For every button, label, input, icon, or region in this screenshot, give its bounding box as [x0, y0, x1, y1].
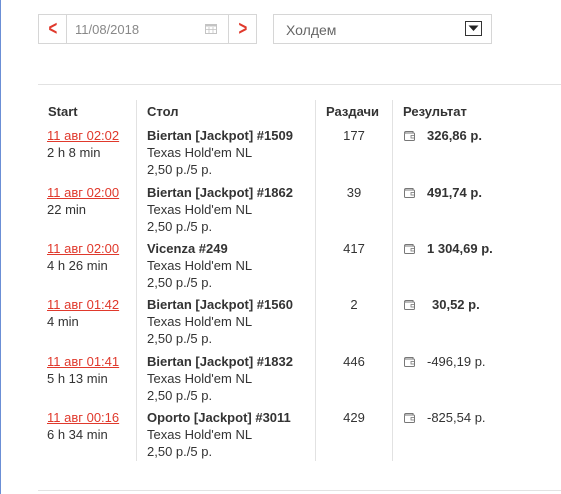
- table-name: Biertan [Jackpot] #1832: [147, 354, 293, 369]
- table-name: Vicenza #249: [147, 241, 228, 256]
- stakes: 2,50 р./5 р.: [147, 388, 213, 403]
- game-type: Texas Hold'em NL: [147, 258, 253, 273]
- table-name: Biertan [Jackpot] #1862: [147, 185, 293, 200]
- result-value: 491,74 р.: [427, 185, 482, 200]
- table-row: 11 авг 01:42 4 min Biertan [Jackpot] #15…: [0, 297, 561, 353]
- result-value: -825,54 р.: [427, 410, 486, 425]
- wallet-icon: [404, 131, 415, 141]
- next-day-button[interactable]: >: [228, 15, 256, 43]
- table-row: 11 авг 02:00 4 h 26 min Vicenza #249 Tex…: [0, 241, 561, 297]
- stakes: 2,50 р./5 р.: [147, 219, 213, 234]
- chevron-right-icon: >: [238, 18, 247, 40]
- wallet-icon: [404, 244, 415, 254]
- chevron-down-icon[interactable]: [465, 21, 482, 36]
- session-duration: 6 h 34 min: [47, 427, 108, 442]
- hands-count: 177: [343, 128, 365, 143]
- game-type: Texas Hold'em NL: [147, 314, 253, 329]
- hands-count: 446: [343, 354, 365, 369]
- stakes: 2,50 р./5 р.: [147, 331, 213, 346]
- hands-count: 2: [350, 297, 358, 312]
- session-duration: 4 min: [47, 314, 79, 329]
- column-header-table[interactable]: Стол: [147, 104, 178, 119]
- column-header-hands[interactable]: Раздачи: [326, 104, 379, 119]
- result-value: -496,19 р.: [427, 354, 486, 369]
- session-duration: 4 h 26 min: [47, 258, 108, 273]
- stakes: 2,50 р./5 р.: [147, 275, 213, 290]
- table-row: 11 авг 02:00 22 min Biertan [Jackpot] #1…: [0, 185, 561, 241]
- session-start-link[interactable]: 11 авг 02:02: [47, 128, 119, 143]
- hands-count: 39: [346, 185, 362, 200]
- game-type: Texas Hold'em NL: [147, 427, 253, 442]
- wallet-icon: [404, 300, 415, 310]
- wallet-icon: [404, 413, 415, 423]
- column-header-start[interactable]: Start: [48, 104, 78, 119]
- session-duration: 5 h 13 min: [47, 371, 108, 386]
- session-duration: 2 h 8 min: [47, 145, 101, 160]
- table-name: Oporto [Jackpot] #3011: [147, 410, 291, 425]
- bottom-divider: [38, 490, 561, 491]
- session-start-link[interactable]: 11 авг 00:16: [47, 410, 119, 425]
- session-start-link[interactable]: 11 авг 02:00: [47, 241, 119, 256]
- table-name: Biertan [Jackpot] #1560: [147, 297, 293, 312]
- date-picker: < >: [38, 14, 257, 44]
- result-value: 30,52 р.: [432, 297, 480, 312]
- session-start-link[interactable]: 11 авг 01:41: [47, 354, 119, 369]
- top-divider: [38, 84, 561, 85]
- game-type: Texas Hold'em NL: [147, 145, 253, 160]
- stakes: 2,50 р./5 р.: [147, 162, 213, 177]
- game-type-select[interactable]: Холдем: [273, 14, 492, 44]
- prev-day-button[interactable]: <: [39, 15, 67, 43]
- session-start-link[interactable]: 11 авг 01:42: [47, 297, 119, 312]
- table-name: Biertan [Jackpot] #1509: [147, 128, 293, 143]
- column-header-result[interactable]: Результат: [403, 104, 467, 119]
- table-row: 11 авг 01:41 5 h 13 min Biertan [Jackpot…: [0, 354, 561, 410]
- stakes: 2,50 р./5 р.: [147, 444, 213, 459]
- result-value: 326,86 р.: [427, 128, 482, 143]
- chevron-left-icon: <: [48, 18, 57, 40]
- game-type: Texas Hold'em NL: [147, 202, 253, 217]
- session-start-link[interactable]: 11 авг 02:00: [47, 185, 119, 200]
- wallet-icon: [404, 357, 415, 367]
- table-row: 11 авг 00:16 6 h 34 min Oporto [Jackpot]…: [0, 410, 561, 466]
- session-duration: 22 min: [47, 202, 87, 217]
- table-row: 11 авг 02:02 2 h 8 min Biertan [Jackpot]…: [0, 128, 561, 184]
- game-type-value: Холдем: [286, 22, 337, 38]
- calendar-icon[interactable]: [205, 23, 217, 34]
- wallet-icon: [404, 188, 415, 198]
- game-type: Texas Hold'em NL: [147, 371, 253, 386]
- hands-count: 417: [343, 241, 365, 256]
- hands-count: 429: [343, 410, 365, 425]
- result-value: 1 304,69 р.: [427, 241, 493, 256]
